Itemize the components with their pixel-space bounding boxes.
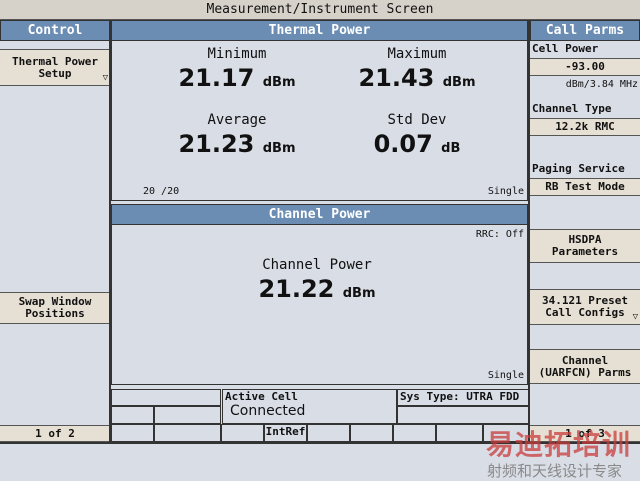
status-cell: [436, 424, 483, 442]
button-line: Setup: [38, 66, 72, 80]
button-line: Positions: [25, 307, 85, 320]
value: 21.22: [258, 275, 335, 303]
channel-type-label: Channel Type: [532, 102, 612, 115]
average-label: Average: [207, 112, 267, 128]
paging-service-value[interactable]: RB Test Mode: [530, 178, 640, 196]
status-cell: [397, 406, 529, 424]
rrc-status: RRC: Off: [475, 229, 524, 240]
channel-power-value: 21.22 dBm: [232, 275, 402, 303]
minimum-label: Minimum: [207, 46, 267, 62]
trigger-mode: Single: [487, 186, 524, 197]
status-cell: [307, 424, 350, 442]
channel-power-label: Channel Power: [262, 257, 372, 273]
paging-service-label: Paging Service: [532, 162, 625, 175]
active-cell-label: Active Cell: [225, 390, 298, 403]
std-dev-value: 0.07 dB: [332, 130, 502, 158]
sys-type: Sys Type: UTRA FDD: [397, 389, 529, 406]
unit: dBm: [262, 75, 296, 90]
status-cell: [221, 424, 264, 442]
channel-uarfcn-parms-button[interactable]: Channel (UARFCN) Parms: [530, 349, 640, 384]
swap-window-positions-button[interactable]: Swap Window Positions: [0, 292, 110, 324]
status-cell: [111, 406, 154, 424]
unit: dBm: [442, 75, 476, 90]
status-cell: [393, 424, 436, 442]
unit: dB: [441, 141, 461, 156]
status-cell: [111, 424, 154, 442]
channel-power-header: Channel Power: [112, 205, 527, 225]
call-parms-header: Call Parms: [530, 20, 640, 41]
status-cell: [111, 389, 221, 406]
measurement-count: 20 /20: [143, 186, 180, 197]
value: 0.07: [373, 130, 433, 158]
dropdown-triangle-icon: ▽: [632, 312, 638, 322]
button-line: Thermal Power: [11, 54, 99, 68]
status-row: IntRef: [111, 424, 529, 442]
unit: dBm: [262, 141, 296, 156]
channel-power-panel: Channel Power RRC: Off Channel Power 21.…: [111, 204, 528, 385]
value: 21.17: [178, 64, 255, 92]
maximum-label: Maximum: [387, 46, 447, 62]
status-cell: [154, 424, 221, 442]
status-cell: [350, 424, 393, 442]
status-cell: [154, 406, 221, 424]
value: 21.23: [178, 130, 255, 158]
watermark-logo: 易迪拓培训: [486, 428, 632, 461]
button-line: (UARFCN) Parms: [538, 365, 632, 379]
active-cell-status: Active Cell Connected: [222, 389, 397, 424]
cell-power-unit: dBm/3.84 MHz: [565, 79, 638, 90]
thermal-power-setup-button[interactable]: Thermal Power Setup ▽: [0, 49, 110, 86]
dropdown-triangle-icon: ▽: [102, 73, 108, 83]
screen-title: Measurement/Instrument Screen: [0, 0, 640, 20]
button-line: Parameters: [551, 245, 619, 258]
watermark-tagline: 射频和天线设计专家: [487, 462, 623, 480]
maximum-value: 21.43 dBm: [332, 64, 502, 92]
button-line: Channel: [561, 353, 609, 367]
minimum-value: 21.17 dBm: [152, 64, 322, 92]
button-line: Call Configs: [545, 306, 625, 319]
control-header: Control: [0, 20, 110, 41]
unit: dBm: [342, 286, 376, 301]
intref-indicator: IntRef: [264, 424, 307, 442]
control-page-indicator[interactable]: 1 of 2: [0, 425, 110, 442]
trigger-mode: Single: [487, 370, 524, 381]
active-cell-value: Connected: [230, 403, 306, 419]
preset-call-configs-button[interactable]: 34.121 Preset Call Configs ▽: [530, 289, 640, 325]
channel-type-value[interactable]: 12.2k RMC: [530, 118, 640, 136]
cell-power-value[interactable]: -93.00: [530, 58, 640, 76]
cell-power-label: Cell Power: [532, 42, 599, 55]
value: 21.43: [358, 64, 435, 92]
average-value: 21.23 dBm: [152, 130, 322, 158]
thermal-power-panel: Thermal Power Minimum 21.17 dBm Maximum …: [111, 20, 528, 201]
hsdpa-parameters-button[interactable]: HSDPA Parameters: [530, 229, 640, 263]
std-dev-label: Std Dev: [387, 112, 447, 128]
thermal-power-header: Thermal Power: [112, 21, 527, 41]
